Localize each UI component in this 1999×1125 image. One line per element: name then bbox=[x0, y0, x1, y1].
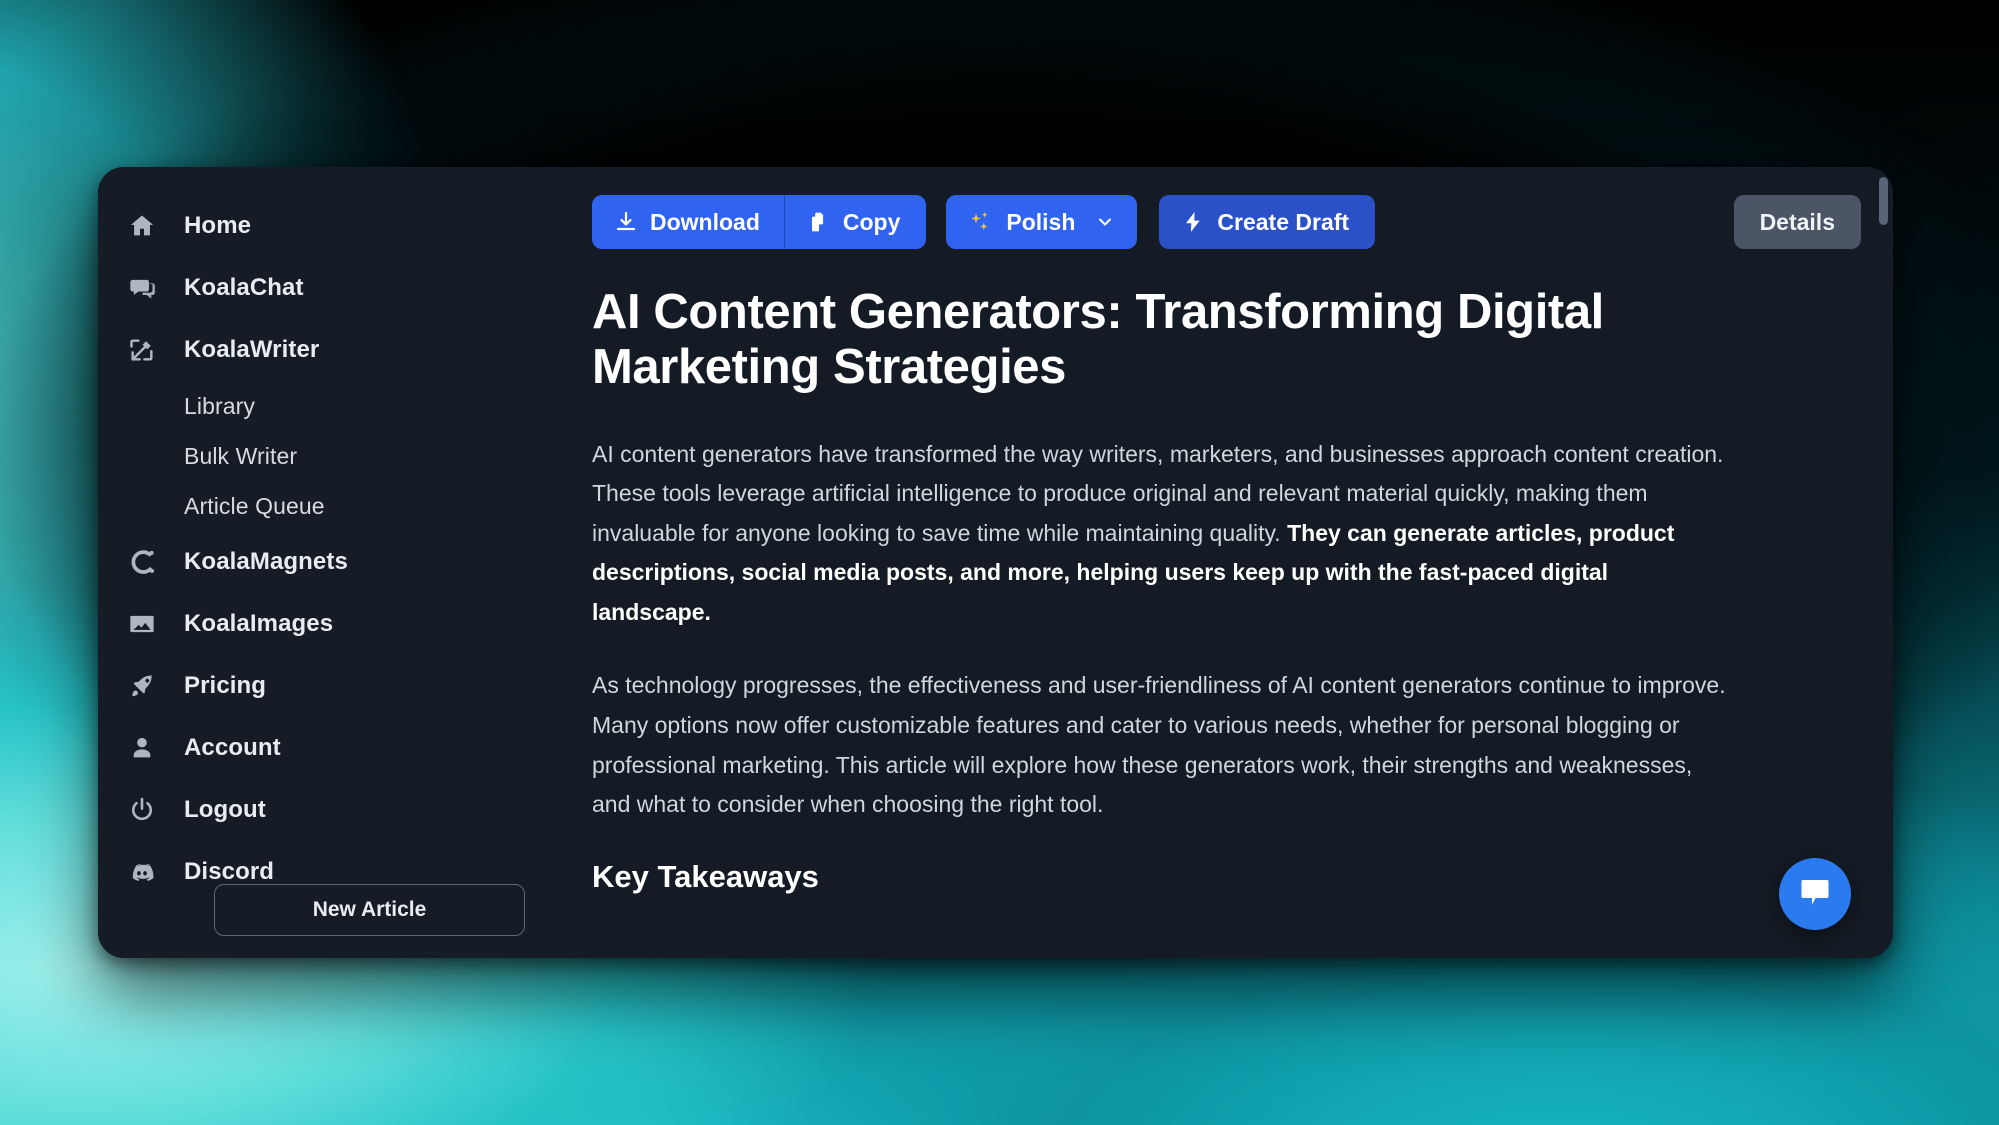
copy-icon bbox=[807, 210, 831, 234]
article-paragraph-1: AI content generators have transformed t… bbox=[592, 435, 1727, 633]
sidebar-item-koalawriter[interactable]: KoalaWriter bbox=[98, 319, 530, 381]
copy-button[interactable]: Copy bbox=[784, 195, 927, 249]
sidebar-item-label: Account bbox=[184, 734, 281, 761]
polish-button[interactable]: Polish bbox=[946, 195, 1138, 249]
download-copy-group: Download Copy bbox=[592, 195, 927, 249]
sidebar-item-library[interactable]: Library bbox=[98, 381, 530, 431]
chat-bubble-icon bbox=[1797, 874, 1833, 915]
article-paragraph-2: As technology progresses, the effectiven… bbox=[592, 672, 1726, 818]
sidebar-item-bulk-writer[interactable]: Bulk Writer bbox=[98, 431, 530, 481]
download-button-label: Download bbox=[650, 208, 760, 235]
section-heading: Key Takeaways bbox=[592, 858, 819, 894]
sidebar-item-koalaimages[interactable]: KoalaImages bbox=[98, 593, 530, 655]
rocket-icon bbox=[120, 672, 164, 700]
sidebar-item-label: Pricing bbox=[184, 672, 267, 699]
create-draft-button[interactable]: Create Draft bbox=[1159, 195, 1376, 249]
scrollbar-thumb[interactable] bbox=[1879, 177, 1888, 225]
sidebar-item-label: Discord bbox=[184, 858, 275, 885]
home-icon bbox=[120, 212, 164, 240]
polish-button-label: Polish bbox=[1006, 208, 1076, 235]
sidebar-item-label: KoalaMagnets bbox=[184, 548, 348, 575]
scrollbar-track[interactable] bbox=[1879, 177, 1889, 948]
sidebar-item-label: Bulk Writer bbox=[184, 442, 298, 469]
sidebar-item-label: Library bbox=[184, 392, 256, 419]
power-icon bbox=[120, 796, 164, 824]
sidebar: Home KoalaChat KoalaWriter Library Bulk … bbox=[98, 167, 530, 958]
user-icon bbox=[120, 734, 164, 762]
sidebar-item-label: KoalaChat bbox=[184, 274, 304, 301]
new-article-button[interactable]: New Article bbox=[214, 884, 525, 936]
details-button-label: Details bbox=[1759, 208, 1835, 235]
editor-toolbar: Download Copy Polish Create Draft Detail… bbox=[530, 193, 1893, 251]
download-button[interactable]: Download bbox=[592, 195, 784, 249]
sidebar-item-koalachat[interactable]: KoalaChat bbox=[98, 257, 530, 319]
copy-button-label: Copy bbox=[842, 208, 901, 235]
create-draft-button-label: Create Draft bbox=[1217, 208, 1350, 235]
download-icon bbox=[614, 210, 638, 234]
sidebar-item-label: KoalaWriter bbox=[184, 336, 320, 363]
chevron-down-icon bbox=[1095, 212, 1115, 232]
discord-icon bbox=[120, 858, 164, 886]
lightning-bolt-icon bbox=[1181, 210, 1205, 234]
sidebar-item-account[interactable]: Account bbox=[98, 717, 530, 779]
sidebar-item-label: Logout bbox=[184, 796, 266, 823]
sidebar-item-article-queue[interactable]: Article Queue bbox=[98, 481, 530, 531]
sparkles-icon bbox=[968, 209, 994, 235]
sidebar-item-pricing[interactable]: Pricing bbox=[98, 655, 530, 717]
sidebar-item-home[interactable]: Home bbox=[98, 195, 530, 257]
sidebar-item-label: KoalaImages bbox=[184, 610, 334, 637]
pencil-square-icon bbox=[120, 336, 164, 364]
article-body: AI Content Generators: Transforming Digi… bbox=[592, 285, 1831, 958]
image-icon bbox=[120, 610, 164, 638]
page-title: AI Content Generators: Transforming Digi… bbox=[592, 285, 1604, 394]
chat-bubbles-icon bbox=[120, 274, 164, 302]
sidebar-item-koalamagnets[interactable]: KoalaMagnets bbox=[98, 531, 530, 593]
sidebar-item-label: Home bbox=[184, 212, 252, 239]
details-button[interactable]: Details bbox=[1733, 195, 1861, 249]
chat-support-button[interactable] bbox=[1779, 858, 1851, 930]
sidebar-item-label: Article Queue bbox=[184, 492, 325, 519]
app-window: Home KoalaChat KoalaWriter Library Bulk … bbox=[98, 167, 1893, 958]
sidebar-item-logout[interactable]: Logout bbox=[98, 779, 530, 841]
magnet-icon bbox=[120, 548, 164, 576]
main-content: Download Copy Polish Create Draft Detail… bbox=[530, 167, 1893, 958]
